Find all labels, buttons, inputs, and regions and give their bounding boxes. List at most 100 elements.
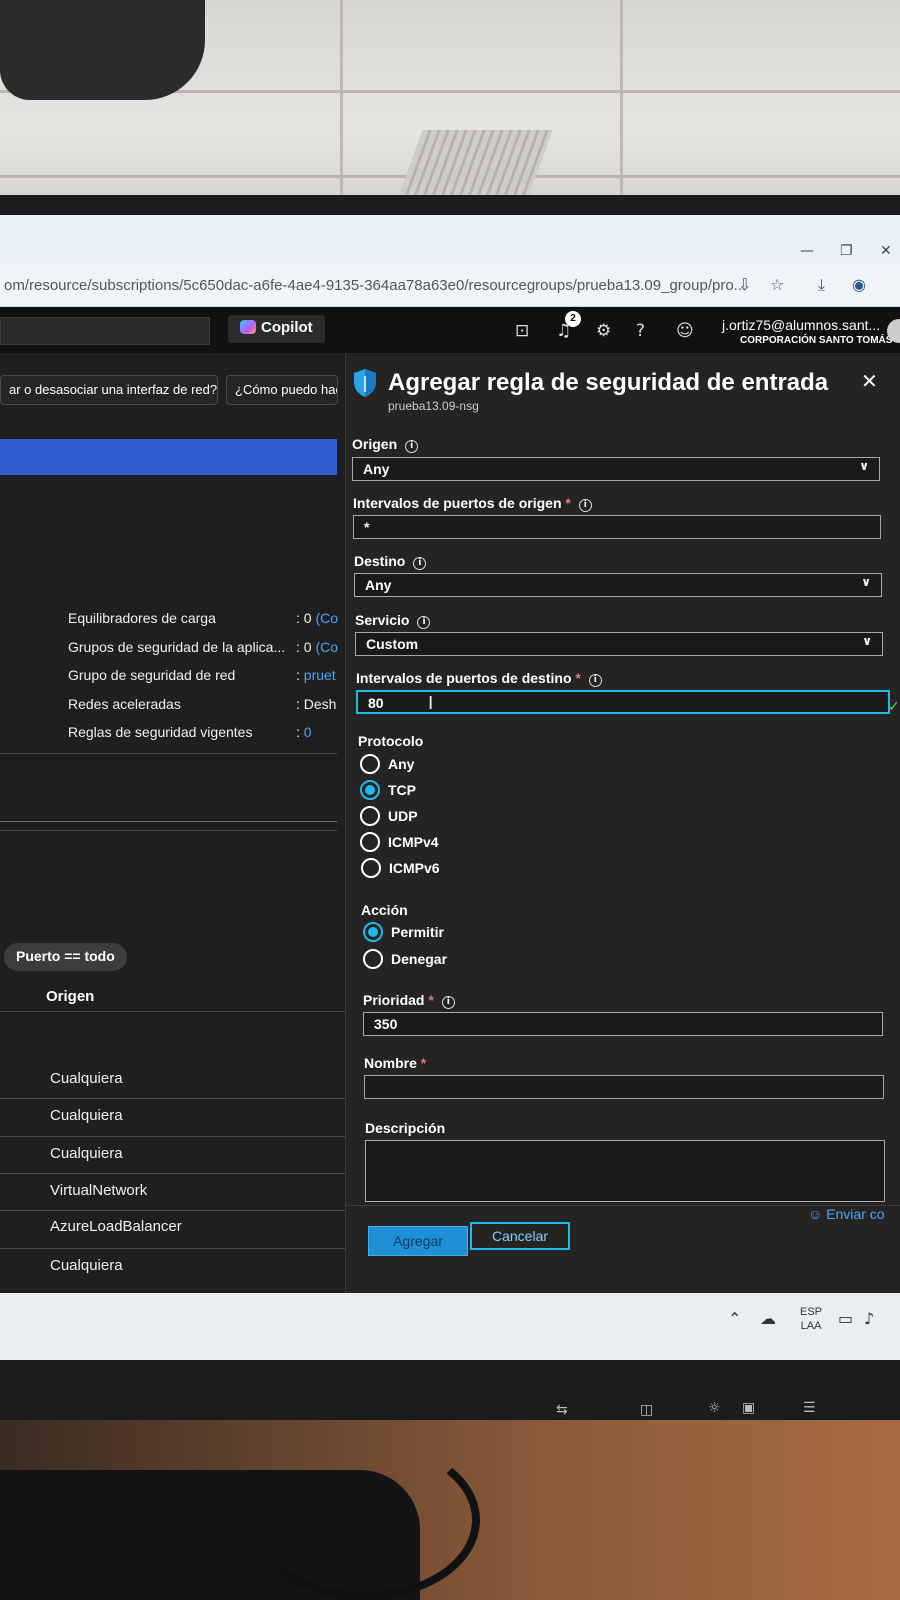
- action-radio-permitir[interactable]: [363, 922, 383, 942]
- copilot-suggestion-pill[interactable]: ¿Cómo puedo hac: [226, 375, 338, 405]
- cable: [250, 1440, 480, 1600]
- user-email[interactable]: j.ortiz75@alumnos.sant...: [722, 317, 880, 333]
- nombre-input[interactable]: [364, 1075, 884, 1099]
- global-search-input[interactable]: [0, 317, 210, 345]
- display-icon[interactable]: ▣: [742, 1400, 755, 1416]
- picture-mode-icon[interactable]: ◫: [640, 1402, 653, 1418]
- field-label-accion: Acción: [361, 902, 408, 918]
- destino-value: Any: [365, 577, 392, 593]
- property-label: Redes aceleradas: [68, 696, 181, 712]
- network-icon[interactable]: ▭: [838, 1309, 853, 1328]
- address-bar[interactable]: om/resource/subscriptions/5c650dac-a6fe-…: [0, 263, 900, 307]
- install-app-icon[interactable]: ⇩: [738, 275, 751, 294]
- info-icon[interactable]: i: [413, 557, 427, 570]
- language-indicator[interactable]: ESP LAA: [800, 1305, 822, 1333]
- brightness-icon[interactable]: ☼: [708, 1400, 721, 1416]
- shield-icon: [354, 369, 376, 397]
- info-icon[interactable]: i: [578, 499, 592, 512]
- help-icon[interactable]: ?: [636, 321, 645, 341]
- field-label-source-ports: Intervalos de puertos de origen * i: [353, 495, 592, 512]
- protocol-radio-any[interactable]: [360, 754, 380, 774]
- feedback-icon[interactable]: ☺: [676, 321, 694, 341]
- downloads-icon[interactable]: ⤓: [818, 275, 825, 295]
- divider: [0, 1173, 345, 1174]
- menu-icon[interactable]: ☰: [803, 1400, 816, 1416]
- close-window-button[interactable]: ✕: [880, 243, 892, 259]
- destination-ports-input[interactable]: 80: [356, 690, 890, 714]
- projector: [0, 0, 205, 100]
- servicio-dropdown[interactable]: Custom ∨: [355, 632, 883, 656]
- field-label-prioridad: Prioridad * i: [363, 992, 455, 1009]
- favorite-star-icon[interactable]: ☆: [770, 275, 784, 294]
- protocol-label: ICMPv6: [389, 860, 440, 876]
- property-value: : 0 (Co: [296, 610, 339, 626]
- property-label: Grupo de seguridad de red: [68, 667, 236, 683]
- info-icon[interactable]: i: [441, 996, 455, 1009]
- chevron-down-icon: ∨: [859, 459, 869, 473]
- add-button[interactable]: Agregar: [368, 1226, 468, 1256]
- property-link[interactable]: pruet: [304, 667, 336, 683]
- protocol-label: UDP: [388, 808, 418, 824]
- protocol-label: ICMPv4: [388, 834, 439, 850]
- property-label: Reglas de seguridad vigentes: [68, 724, 253, 740]
- onedrive-icon[interactable]: ☁: [760, 1309, 776, 1328]
- filter-chip[interactable]: Puerto == todo: [4, 943, 127, 971]
- send-feedback-link[interactable]: ☺ Enviar co: [808, 1206, 885, 1222]
- info-icon[interactable]: i: [588, 674, 602, 687]
- protocol-radio-icmpv6[interactable]: [361, 858, 381, 878]
- windows-taskbar: ⌃ ☁ ESP LAA ▭ ♪: [0, 1293, 900, 1360]
- user-org: CORPORACIÓN SANTO TOMÁS: [740, 335, 893, 346]
- minimize-button[interactable]: —: [800, 243, 814, 259]
- volume-icon[interactable]: ♪: [864, 1309, 874, 1328]
- action-label: Permitir: [391, 924, 444, 940]
- chevron-down-icon: ∨: [861, 575, 871, 589]
- restore-button[interactable]: ❐: [840, 243, 853, 259]
- protocol-radio-tcp[interactable]: [360, 780, 380, 800]
- property-value: : 0 (Co: [296, 639, 339, 655]
- info-icon[interactable]: i: [417, 616, 431, 629]
- origen-dropdown[interactable]: Any ∨: [352, 457, 880, 481]
- divider: [0, 1248, 345, 1249]
- cloud-shell-icon[interactable]: ⊡: [515, 321, 529, 341]
- protocol-radio-icmpv4[interactable]: [360, 832, 380, 852]
- action-label: Denegar: [391, 951, 448, 967]
- chevron-down-icon: ∨: [862, 634, 872, 648]
- prioridad-input[interactable]: 350: [363, 1012, 883, 1036]
- table-row: Cualquiera: [50, 1145, 123, 1162]
- action-radio-denegar[interactable]: [363, 949, 383, 969]
- property-link[interactable]: (Co: [315, 610, 338, 626]
- blade-footer: Agregar Cancelar ☺ Enviar co: [346, 1205, 900, 1293]
- divider: [0, 1011, 345, 1012]
- checkmark-icon: ✓: [888, 699, 900, 715]
- property-link[interactable]: (Co: [315, 639, 338, 655]
- protocol-radio-udp[interactable]: [360, 806, 380, 826]
- table-row: Cualquiera: [50, 1107, 123, 1124]
- input-source-icon[interactable]: ⇆: [556, 1402, 568, 1418]
- info-icon[interactable]: i: [405, 440, 419, 453]
- destino-dropdown[interactable]: Any ∨: [354, 573, 882, 597]
- blade-subtitle: prueba13.09-nsg: [388, 399, 479, 413]
- column-header-origen[interactable]: Origen: [46, 988, 94, 1005]
- tray-chevron-up-icon[interactable]: ⌃: [728, 1309, 741, 1328]
- field-label-servicio: Servicio i: [355, 612, 431, 629]
- field-label-descripcion: Descripción: [365, 1120, 446, 1136]
- field-label-nombre: Nombre *: [364, 1055, 427, 1071]
- descripcion-textarea[interactable]: [365, 1140, 885, 1202]
- url-text[interactable]: om/resource/subscriptions/5c650dac-a6fe-…: [4, 277, 746, 294]
- copilot-button[interactable]: Copilot: [228, 315, 325, 343]
- prioridad-value: 350: [374, 1016, 398, 1032]
- property-value: : pruet: [296, 667, 336, 683]
- copilot-suggestion-pill[interactable]: ar o desasociar una interfaz de red?: [0, 375, 218, 405]
- property-link[interactable]: 0: [304, 724, 312, 740]
- cancel-button[interactable]: Cancelar: [470, 1222, 570, 1250]
- browser-titlebar: — ❐ ✕: [0, 215, 900, 263]
- settings-icon[interactable]: ⚙: [596, 321, 611, 341]
- divider: [0, 1136, 345, 1137]
- close-icon[interactable]: ✕: [861, 369, 878, 393]
- source-ports-input[interactable]: *: [353, 515, 881, 539]
- blade-title: Agregar regla de seguridad de entrada: [388, 369, 829, 396]
- profile-icon[interactable]: ◉: [852, 275, 866, 294]
- divider: [0, 1098, 345, 1099]
- property-label: Grupos de seguridad de la aplica...: [68, 639, 286, 655]
- notifications-badge: 2: [565, 311, 581, 327]
